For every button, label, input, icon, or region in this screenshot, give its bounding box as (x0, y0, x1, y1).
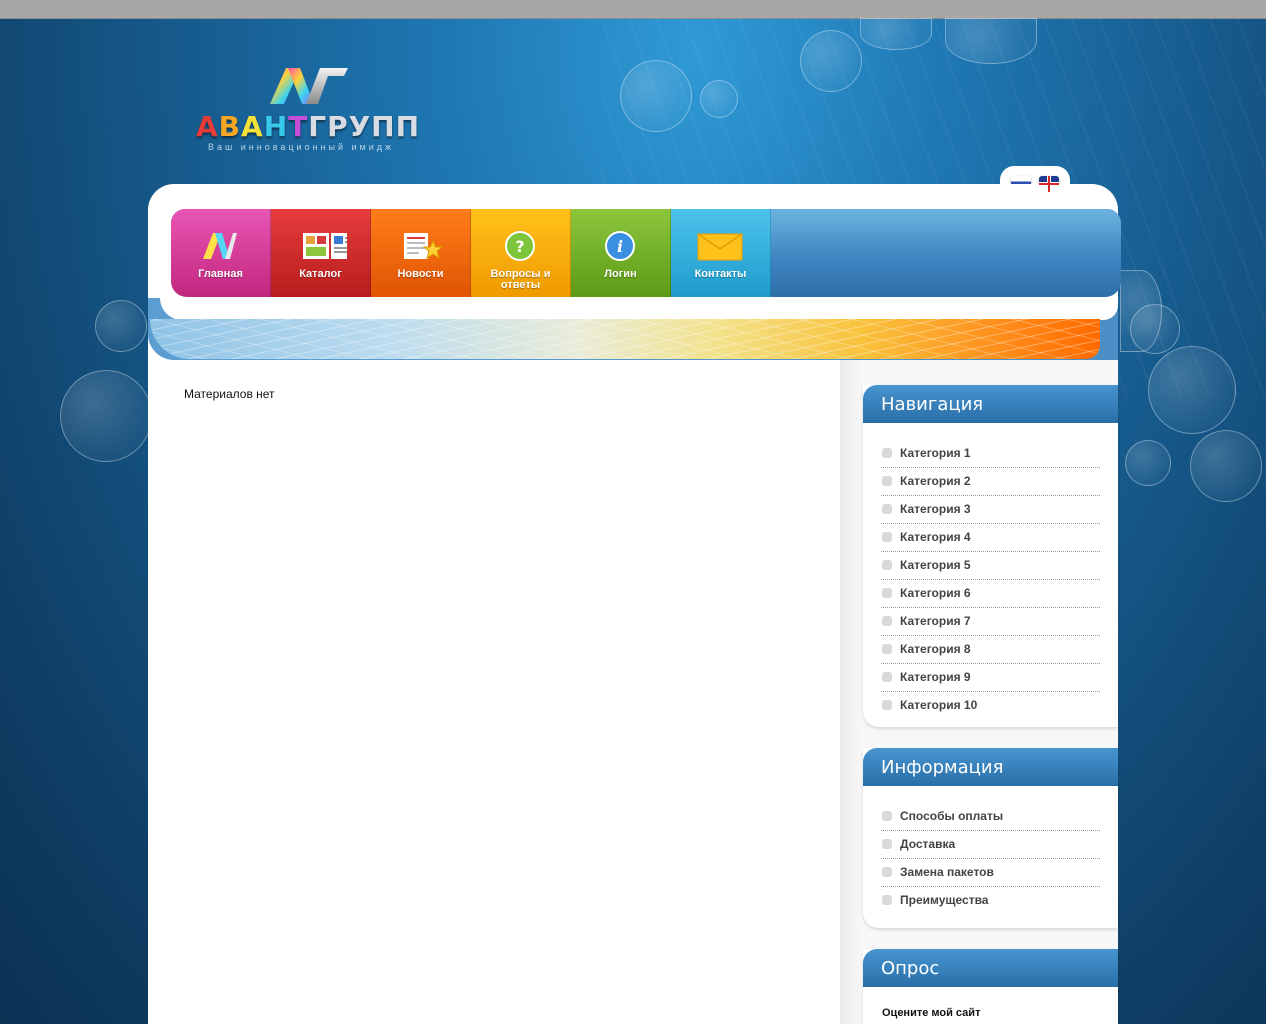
info-link[interactable]: Доставка (900, 837, 955, 851)
category-link[interactable]: Категория 4 (900, 530, 971, 544)
list-item[interactable]: Доставка (881, 832, 1100, 859)
menu-item-news[interactable]: Новости (371, 209, 471, 297)
information-list: Способы оплаты Доставка Замена пакетов П… (881, 804, 1100, 915)
block-title: Информация (881, 757, 1004, 778)
svg-text:i: i (617, 237, 623, 256)
header-banner (150, 319, 1100, 359)
logo-mark-icon (270, 68, 348, 104)
bullet-icon (882, 504, 892, 514)
logo-icon (203, 233, 237, 259)
poll-question: Оцените мой сайт (882, 1007, 981, 1019)
logo-tagline: Ваш инновационный имидж (208, 142, 395, 152)
category-link[interactable]: Категория 10 (900, 698, 977, 712)
bullet-icon (882, 867, 892, 877)
navigation-block: Навигация Категория 1 Категория 2 Катего… (863, 385, 1118, 727)
banner-lines-decoration (150, 319, 1100, 359)
info-link[interactable]: Преимущества (900, 893, 988, 907)
bubble-decoration (1125, 440, 1171, 486)
list-item[interactable]: Категория 5 (881, 553, 1100, 580)
menu-label: Вопросы и ответы (490, 268, 551, 291)
list-item[interactable]: Категория 8 (881, 637, 1100, 664)
category-link[interactable]: Категория 2 (900, 474, 971, 488)
block-header: Опрос (863, 949, 1118, 987)
bullet-icon (882, 588, 892, 598)
menu-label: Главная (198, 268, 243, 280)
list-item[interactable]: Категория 3 (881, 497, 1100, 524)
category-link[interactable]: Категория 3 (900, 502, 971, 516)
list-item[interactable]: Категория 9 (881, 665, 1100, 692)
news-icon (404, 233, 443, 260)
catalog-icon (303, 233, 347, 259)
bullet-icon (882, 644, 892, 654)
bullet-icon (882, 476, 892, 486)
empty-message: Материалов нет (184, 387, 275, 401)
bubble-decoration (60, 370, 152, 462)
site-logo[interactable]: АВАНТГРУПП Ваш инновационный имидж (196, 66, 426, 156)
menu-label: Логин (604, 268, 637, 280)
bubble-decoration (860, 18, 932, 50)
list-item[interactable]: Категория 10 (881, 693, 1100, 719)
logo-name: АВАНТГРУПП (196, 110, 421, 143)
block-header: Навигация (863, 385, 1118, 423)
bullet-icon (882, 532, 892, 542)
block-title: Опрос (881, 958, 940, 979)
bubble-decoration (95, 300, 147, 352)
menu-label: Каталог (299, 268, 342, 280)
list-item[interactable]: Категория 4 (881, 525, 1100, 552)
bullet-icon (882, 672, 892, 682)
bullet-icon (882, 811, 892, 821)
list-item[interactable]: Способы оплаты (881, 804, 1100, 831)
list-item[interactable]: Категория 7 (881, 609, 1100, 636)
category-link[interactable]: Категория 6 (900, 586, 971, 600)
envelope-icon (697, 233, 743, 261)
info-link[interactable]: Способы оплаты (900, 809, 1003, 823)
svg-text:?: ? (515, 237, 524, 256)
bubble-decoration (1148, 346, 1236, 434)
bubble-decoration (1190, 430, 1262, 502)
bullet-icon (882, 700, 892, 710)
menu-item-faq[interactable]: ? Вопросы и ответы (471, 209, 571, 297)
bullet-icon (882, 895, 892, 905)
menu-item-contacts[interactable]: Контакты (671, 209, 771, 297)
category-link[interactable]: Категория 7 (900, 614, 971, 628)
bullet-icon (882, 560, 892, 570)
menu-label: Контакты (694, 268, 747, 280)
category-list: Категория 1 Категория 2 Категория 3 Кате… (881, 441, 1100, 720)
category-link[interactable]: Категория 1 (900, 446, 971, 460)
menu-label: Новости (397, 268, 444, 280)
menu-item-home[interactable]: Главная (171, 209, 271, 297)
bubble-decoration (945, 18, 1037, 64)
question-icon: ? (505, 231, 535, 261)
poll-block: Опрос Оцените мой сайт (863, 949, 1118, 1024)
menu-item-catalog[interactable]: Каталог (271, 209, 371, 297)
browser-top-bar (0, 0, 1266, 19)
banner-top-curve (160, 298, 1118, 320)
category-link[interactable]: Категория 5 (900, 558, 971, 572)
menu-spacer (771, 209, 1121, 297)
list-item[interactable]: Категория 1 (881, 441, 1100, 468)
category-link[interactable]: Категория 8 (900, 642, 971, 656)
information-block: Информация Способы оплаты Доставка Замен… (863, 748, 1118, 928)
list-item[interactable]: Преимущества (881, 888, 1100, 914)
block-title: Навигация (881, 394, 984, 415)
block-header: Информация (863, 748, 1118, 786)
bullet-icon (882, 448, 892, 458)
list-item[interactable]: Категория 2 (881, 469, 1100, 496)
info-link[interactable]: Замена пакетов (900, 865, 994, 879)
main-content: Материалов нет (148, 360, 840, 1024)
list-item[interactable]: Категория 6 (881, 581, 1100, 608)
bullet-icon (882, 616, 892, 626)
category-link[interactable]: Категория 9 (900, 670, 971, 684)
bubble-decoration (800, 30, 862, 92)
bullet-icon (882, 839, 892, 849)
list-item[interactable]: Замена пакетов (881, 860, 1100, 887)
bubble-decoration (1130, 304, 1180, 354)
main-menu: Главная Каталог Новости ? Вопросы и отве… (171, 209, 1121, 297)
bubble-decoration (620, 60, 692, 132)
bubble-decoration (700, 80, 738, 118)
info-icon: i (605, 231, 635, 261)
menu-item-login[interactable]: i Логин (571, 209, 671, 297)
